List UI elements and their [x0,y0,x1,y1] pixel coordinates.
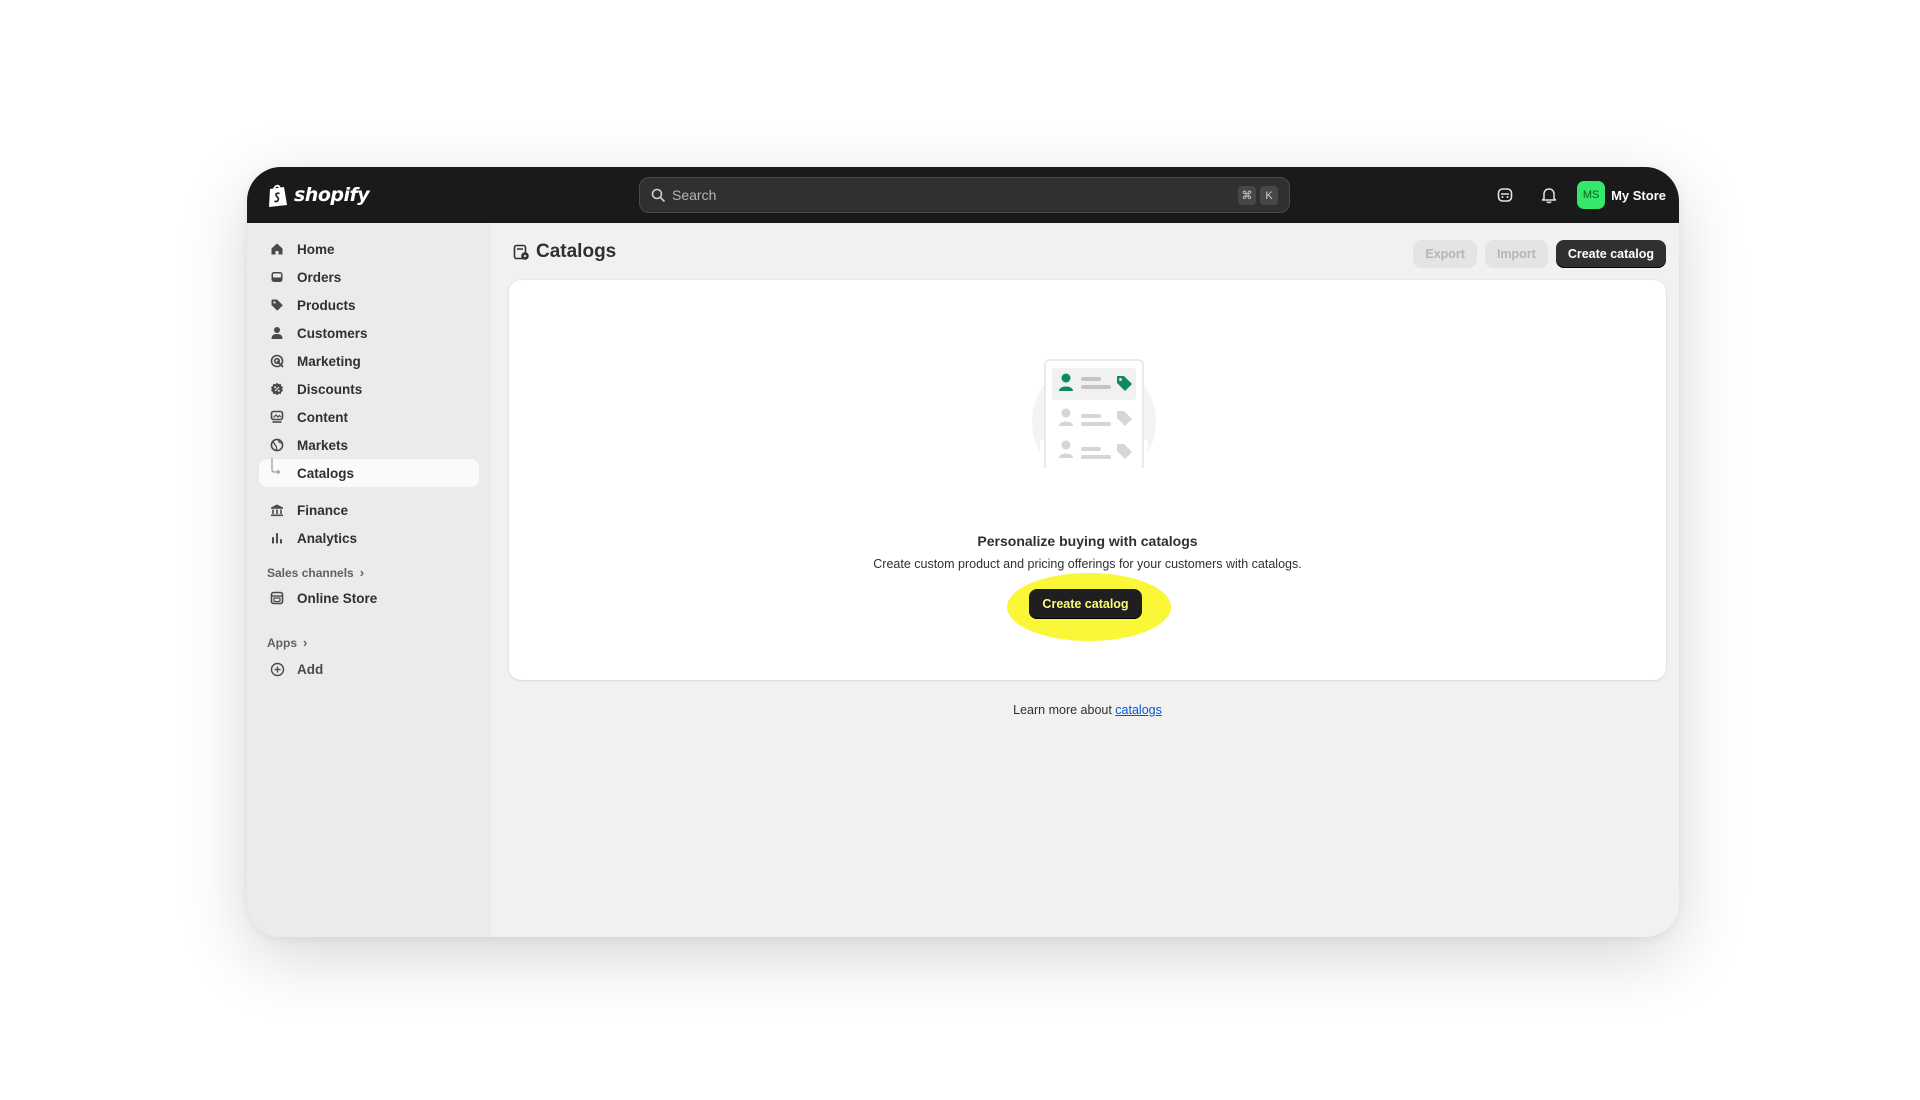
sidebar-item-label: Analytics [297,530,358,546]
sub-branch-icon [269,458,285,481]
chevron-right-icon: › [303,635,308,650]
target-icon [269,353,285,369]
sidebar-item-label: Catalogs [297,465,355,481]
sidebar-item-finance[interactable]: Finance [259,496,479,524]
shortcut-key-cmd: ⌘ [1238,186,1256,205]
sidebar-item-customers[interactable]: Customers [259,319,479,347]
discount-icon [269,381,285,397]
sidebar-item-online-store[interactable]: Online Store [259,584,479,612]
home-icon [269,241,285,257]
chevron-right-icon: › [359,565,365,580]
sales-channels-label: Sales channels [267,565,354,580]
sidebar-item-analytics[interactable]: Analytics [259,524,479,552]
sidebar-item-label: Online Store [297,590,378,606]
sidebar-item-label: Markets [297,437,349,453]
create-catalog-button[interactable]: Create catalog [1029,589,1142,619]
tag-icon [269,297,285,313]
store-name[interactable]: My Store [1611,188,1666,203]
top-bar: shopify Search ⌘ K MS My Store [247,167,1679,223]
apps-label: Apps [267,635,297,650]
inbox-icon [269,269,285,285]
page-title: Catalogs [536,241,617,262]
page-actions: Export Import Create catalog [1413,240,1666,268]
apps-header[interactable]: Apps › [267,635,307,650]
catalog-illustration [1032,359,1156,480]
sales-channels-header[interactable]: Sales channels › [267,565,364,580]
app-window: shopify Search ⌘ K MS My Store Home Orde… [247,167,1679,937]
sidebar-item-products[interactable]: Products [259,291,479,319]
learn-more-prefix: Learn more about [1013,703,1116,717]
plus-circle-icon [269,661,285,677]
shortcut-key-k: K [1260,186,1278,205]
empty-state-description: Create custom product and pricing offeri… [873,557,1302,571]
person-icon [269,325,285,341]
learn-more-text: Learn more about catalogs [509,703,1666,717]
bank-icon [269,502,285,518]
empty-state-heading: Personalize buying with catalogs [977,533,1198,549]
create-catalog-header-button[interactable]: Create catalog [1555,240,1666,268]
page-header: Catalogs [513,241,616,263]
sidebar-item-content[interactable]: Content [259,403,479,431]
bell-icon [1541,188,1557,204]
sidebar-item-label: Discounts [297,381,363,397]
globe-icon [269,437,285,453]
sidebar-item-label: Products [297,297,356,313]
notifications-button[interactable] [1533,179,1565,211]
catalog-icon [513,244,529,260]
sidebar-item-label: Content [297,409,348,425]
sidebar: Home Orders Products Customers Marketing… [247,223,491,937]
search-bar[interactable]: Search ⌘ K [639,177,1290,213]
sidebar-item-label: Customers [297,325,368,341]
sidebar-item-discounts[interactable]: Discounts [259,375,479,403]
sidebar-item-label: Marketing [297,353,361,369]
sidebar-item-home[interactable]: Home [259,235,479,263]
sidekick-icon [1497,188,1513,202]
search-input[interactable]: Search [672,187,716,203]
shopify-bag-icon [269,184,287,207]
content-icon [269,409,285,425]
sidebar-item-markets[interactable]: Markets [259,431,479,459]
empty-state-card: Personalize buying with catalogs Create … [509,280,1666,680]
bar-chart-icon [269,530,285,546]
search-shortcut: ⌘ K [1238,186,1278,205]
sidebar-item-catalogs[interactable]: Catalogs [259,458,479,487]
sidebar-item-label: Add [297,661,324,677]
search-icon [651,188,665,202]
sidebar-item-label: Orders [297,269,342,285]
store-avatar[interactable]: MS [1577,181,1606,209]
brand-wordmark: shopify [294,184,370,206]
store-icon [269,590,285,606]
sidebar-item-label: Home [297,241,335,257]
top-bar-actions: MS My Store [1489,179,1666,211]
import-button[interactable]: Import [1484,240,1548,268]
export-button[interactable]: Export [1413,240,1477,268]
shopify-logo[interactable]: shopify [267,181,370,209]
sidebar-item-label: Finance [297,502,349,518]
sidekick-button[interactable] [1489,179,1521,211]
sidebar-item-marketing[interactable]: Marketing [259,347,479,375]
catalogs-help-link[interactable]: catalogs [1115,703,1162,717]
sidebar-item-add-app[interactable]: Add [259,655,479,683]
sidebar-item-orders[interactable]: Orders [259,263,479,291]
